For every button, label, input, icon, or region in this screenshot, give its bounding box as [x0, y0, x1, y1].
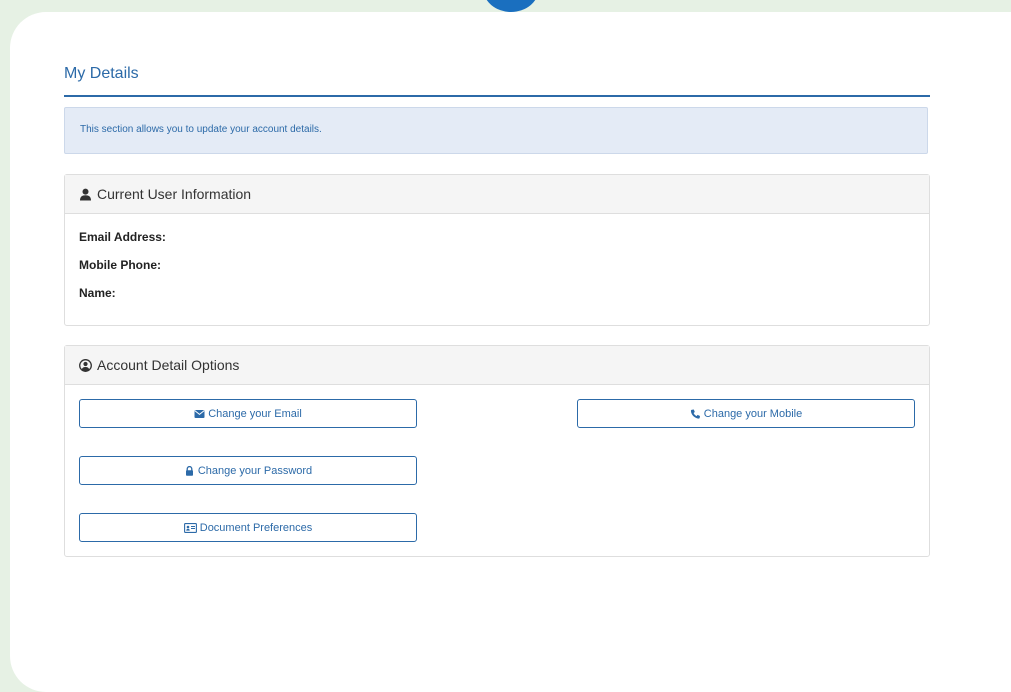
- page-title: My Details: [64, 65, 139, 82]
- info-alert-text: This section allows you to update your a…: [80, 124, 322, 135]
- top-logo-badge: [483, 0, 539, 12]
- change-password-label: Change your Password: [197, 464, 313, 477]
- title-divider: [64, 95, 930, 97]
- name-label: Name:: [79, 286, 116, 300]
- account-options-panel-title: Account Detail Options: [97, 357, 240, 373]
- document-preferences-button[interactable]: Document Preferences: [79, 513, 417, 542]
- current-user-panel-title: Current User Information: [97, 186, 252, 202]
- account-options-panel-header: Account Detail Options: [65, 346, 929, 385]
- current-user-panel-header: Current User Information: [65, 175, 929, 214]
- envelope-icon: [194, 409, 205, 419]
- user-circle-icon: [79, 358, 92, 372]
- mobile-phone-label: Mobile Phone:: [79, 258, 161, 272]
- change-mobile-label: Change your Mobile: [703, 407, 803, 420]
- change-password-button[interactable]: Change your Password: [79, 456, 417, 485]
- user-icon: [79, 188, 92, 201]
- id-card-icon: [183, 522, 197, 533]
- lock-icon: [184, 465, 195, 476]
- current-user-panel: Current User Information Email Address: …: [64, 174, 930, 326]
- email-address-label: Email Address:: [79, 230, 166, 244]
- account-options-panel: Account Detail Options Change your Email…: [64, 345, 930, 557]
- change-mobile-button[interactable]: Change your Mobile: [577, 399, 915, 428]
- document-preferences-label: Document Preferences: [199, 521, 313, 534]
- info-alert: This section allows you to update your a…: [64, 107, 928, 154]
- change-email-button[interactable]: Change your Email: [79, 399, 417, 428]
- change-email-label: Change your Email: [208, 407, 302, 420]
- phone-icon: [690, 409, 701, 419]
